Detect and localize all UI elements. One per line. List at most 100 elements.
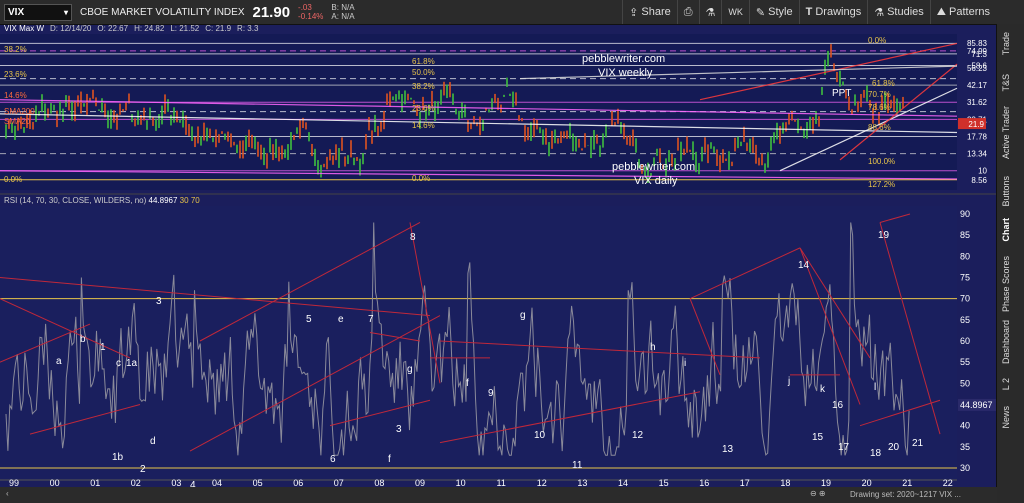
sidebar-tab-dashboard[interactable]: Dashboard	[1001, 320, 1011, 364]
rsi-value-text: 44.8967	[148, 196, 178, 205]
price-annotation: 14.6%	[4, 91, 27, 100]
x-tick-label: 04	[212, 478, 222, 487]
rsi-tick-label: 90	[960, 209, 970, 219]
info-bar: VIX Max W D: 12/14/20 O: 22.67 H: 24.82 …	[0, 24, 964, 34]
price-annotation: 78.6%	[868, 103, 891, 112]
rsi-wave-label: 1a	[126, 358, 138, 369]
x-tick-label: 14	[618, 478, 628, 487]
x-tick-label: 22	[943, 478, 953, 487]
rsi-wave-label: 14	[798, 260, 810, 271]
price-annotation: 70.7%	[868, 90, 891, 99]
info-open: O: 22.67	[97, 24, 129, 33]
price-tick-label: 42.17	[967, 81, 988, 90]
rsi-wave-label: 20	[888, 442, 900, 453]
rsi-wave-label: i	[684, 358, 686, 369]
rsi-wave-label: 10	[534, 430, 546, 441]
x-tick-label: 08	[374, 478, 384, 487]
price-annotation: VIX daily	[634, 175, 678, 187]
x-tick-label: 01	[90, 478, 100, 487]
rsi-wave-label: 3	[396, 424, 402, 435]
rsi-tick-label: 30	[960, 463, 970, 473]
studies-button[interactable]: ⚗ Studies	[867, 0, 930, 24]
x-tick-label: 20	[862, 478, 872, 487]
rsi-wave-label: d	[150, 436, 156, 447]
period-select[interactable]: WK	[721, 0, 749, 24]
sidebar-tab-news[interactable]: News	[1001, 406, 1011, 429]
rsi-level-70: 70	[190, 196, 200, 205]
x-tick-label: 19	[821, 478, 831, 487]
rsi-tick-label: 80	[960, 251, 970, 261]
drawings-label: Drawings	[815, 6, 862, 18]
rsi-wave-label: 18	[870, 448, 882, 459]
price-annotation: 0.0%	[412, 174, 430, 183]
x-tick-label: 07	[334, 478, 344, 487]
scroll-left-icon[interactable]: ‹	[6, 489, 9, 498]
share-button[interactable]: ⇪ Share	[622, 0, 677, 24]
price-tick-label: 31.62	[967, 98, 988, 107]
rsi-wave-label: j	[787, 376, 790, 387]
rsi-wave-label: 5	[306, 314, 312, 325]
x-tick-label: 06	[293, 478, 303, 487]
printer-icon: ⎙	[683, 5, 693, 18]
period-label: WK	[728, 7, 743, 17]
studies-icon: ⚗	[874, 6, 885, 19]
print-button[interactable]: ⎙	[676, 0, 699, 24]
rsi-wave-label: h	[650, 342, 656, 353]
patterns-label: Patterns	[949, 6, 990, 18]
x-tick-label: 12	[537, 478, 547, 487]
price-annotation: 0.0%	[4, 175, 22, 184]
rsi-wave-label: 12	[632, 430, 644, 441]
chevron-down-icon[interactable]: ▾	[64, 8, 68, 17]
sidebar-tab-chart[interactable]: Chart	[1001, 218, 1011, 242]
zoom-icon[interactable]: ⊖ ⊕	[810, 489, 826, 498]
x-tick-label: 11	[497, 478, 506, 487]
price-annotation: 88.6%	[868, 123, 891, 132]
flask-button[interactable]: ⚗	[698, 0, 722, 24]
patterns-button[interactable]: ⛰ Patterns	[929, 0, 996, 24]
sidebar-tab-l2[interactable]: L 2	[1001, 378, 1011, 390]
drawings-button[interactable]: T Drawings	[798, 0, 868, 24]
x-tick-label: 05	[253, 478, 263, 487]
price-tick-label: 10	[978, 167, 987, 176]
patterns-icon: ⛰	[936, 5, 947, 18]
price-tick-label: 8.56	[971, 176, 987, 185]
sidebar-tab-phase-scores[interactable]: Phase Scores	[1001, 256, 1011, 312]
sidebar-tab-trade[interactable]: Trade	[1001, 32, 1011, 55]
sidebar-tab-ts[interactable]: T&S	[1001, 74, 1011, 92]
sidebar-tab-buttons[interactable]: Buttons	[1001, 176, 1011, 207]
price-annotation: 38.2%	[412, 82, 435, 91]
rsi-wave-label: 3	[156, 296, 162, 307]
price-annotation: PPT	[832, 88, 851, 99]
bid-price: B: N/A	[331, 3, 355, 12]
rsi-wave-label: f	[466, 378, 469, 389]
rsi-tick-label: 40	[960, 421, 970, 431]
symbol-value: VIX	[8, 6, 25, 18]
x-tick-label: 15	[659, 478, 669, 487]
right-sidebar: Trade T&S Active Trader Buttons Chart Ph…	[996, 24, 1024, 503]
style-button[interactable]: ✎ Style	[748, 0, 799, 24]
rsi-wave-label: 1	[100, 342, 106, 353]
rsi-wave-label: 1b	[112, 452, 124, 463]
rsi-tick-label: 50	[960, 378, 970, 388]
pct-change: -0.14%	[298, 12, 324, 21]
price-annotation: VIX weekly	[598, 67, 653, 79]
price-annotation: 23.6%	[4, 70, 27, 79]
rsi-wave-label: g	[407, 364, 413, 375]
price-annotation: 23.6%	[412, 104, 435, 113]
price-chart[interactable]: pebblewriter.com VIX weekly pebblewriter.c…	[0, 34, 997, 487]
rsi-wave-label: b	[80, 334, 86, 345]
rsi-wave-label: 15	[812, 432, 824, 443]
price-annotation: pebblewriter.com	[582, 53, 665, 65]
rsi-tick-label: 55	[960, 357, 970, 367]
rsi-wave-label: 9	[488, 388, 494, 399]
rsi-wave-label: 4	[190, 480, 196, 487]
share-icon: ⇪	[629, 6, 639, 19]
rsi-level-30: 30	[179, 196, 189, 205]
last-price: 21.90	[252, 3, 291, 21]
symbol-input[interactable]: VIX ▾	[4, 3, 72, 21]
rsi-wave-label: 6	[330, 454, 336, 465]
x-tick-label: 21	[902, 478, 912, 487]
rsi-wave-label: 13	[722, 444, 734, 455]
rsi-tick-label: 70	[960, 294, 970, 304]
sidebar-tab-active-trader[interactable]: Active Trader	[1001, 106, 1011, 159]
